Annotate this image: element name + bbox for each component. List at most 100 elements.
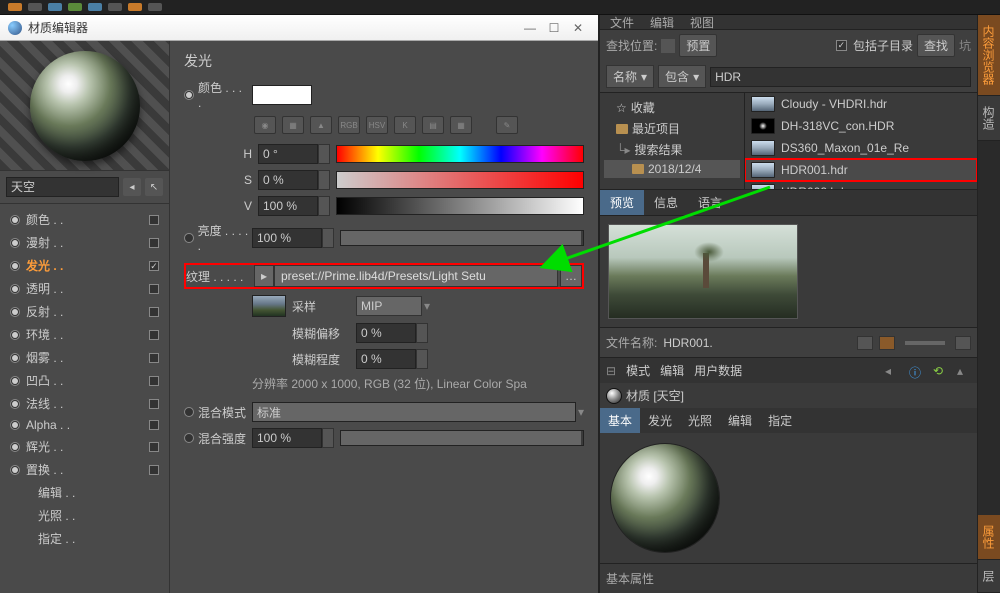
- hsv-mode-icon[interactable]: HSV: [366, 116, 388, 134]
- folder-tree[interactable]: ☆收藏 最近项目 └▸搜索结果 2018/12/4: [600, 93, 745, 189]
- checkbox[interactable]: [149, 238, 159, 248]
- name-dropdown[interactable]: 名称▾: [606, 65, 654, 88]
- texture-thumbnail[interactable]: [252, 295, 286, 317]
- checkbox[interactable]: [149, 376, 159, 386]
- brightness-enable-radio[interactable]: [184, 233, 194, 243]
- sat-slider[interactable]: [336, 171, 584, 189]
- color-enable-radio[interactable]: [184, 90, 194, 100]
- hue-slider[interactable]: [336, 145, 584, 163]
- channel-指定[interactable]: 指定 . .: [6, 527, 163, 550]
- tab-luminance[interactable]: 发光: [640, 408, 680, 433]
- vtab-properties[interactable]: 属性: [978, 515, 1000, 560]
- vtab-content-browser[interactable]: 内容浏览器: [978, 15, 1000, 96]
- file-list[interactable]: Cloudy - VHDRI.hdrDH-318VC_con.HDRDS360_…: [745, 93, 977, 189]
- subfolders-checkbox[interactable]: [836, 40, 847, 51]
- vtab-extra[interactable]: 层: [978, 560, 1000, 593]
- edit-menu[interactable]: 编辑: [646, 14, 678, 31]
- radio[interactable]: [10, 330, 20, 340]
- mix-mode-radio[interactable]: [184, 407, 194, 417]
- view-menu[interactable]: 视图: [686, 14, 718, 31]
- maximize-button[interactable]: ☐: [542, 21, 566, 35]
- tab-info[interactable]: 信息: [644, 190, 688, 215]
- radio[interactable]: [10, 307, 20, 317]
- channel-环境[interactable]: 环境 . .: [6, 323, 163, 346]
- blur-scale-input[interactable]: 0 %: [356, 349, 416, 369]
- file-item[interactable]: Cloudy - VHDRI.hdr: [745, 93, 977, 115]
- toolbar-icon[interactable]: [8, 3, 22, 11]
- zoom-slider[interactable]: [905, 341, 945, 345]
- channel-Alpha[interactable]: Alpha . .: [6, 415, 163, 435]
- channel-反射[interactable]: 反射 . .: [6, 300, 163, 323]
- close-button[interactable]: ✕: [566, 21, 590, 35]
- file-item[interactable]: HDR002.hdr: [745, 181, 977, 189]
- radio[interactable]: [10, 261, 20, 271]
- checkbox[interactable]: [149, 420, 159, 430]
- checkbox[interactable]: [149, 284, 159, 294]
- channel-颜色[interactable]: 颜色 . .: [6, 208, 163, 231]
- mode-menu[interactable]: 模式: [626, 362, 650, 379]
- file-item[interactable]: DS360_Maxon_01e_Re: [745, 137, 977, 159]
- mix-strength-input[interactable]: 100 %: [252, 428, 322, 448]
- minimize-button[interactable]: —: [518, 21, 542, 35]
- color-wheel-icon[interactable]: ◉: [254, 116, 276, 134]
- checkbox[interactable]: [149, 353, 159, 363]
- kelvin-icon[interactable]: K: [394, 116, 416, 134]
- toolbar-icon[interactable]: [68, 3, 82, 11]
- channel-光照[interactable]: 光照 . .: [6, 504, 163, 527]
- refresh-icon[interactable]: ⟲: [933, 364, 947, 378]
- help-icon[interactable]: ⓘ: [909, 364, 923, 378]
- radio[interactable]: [10, 399, 20, 409]
- channel-置换[interactable]: 置换 . .: [6, 458, 163, 481]
- mix-mode-dropdown[interactable]: 标准: [252, 402, 576, 422]
- eyedropper-icon[interactable]: ✎: [496, 116, 518, 134]
- tab-preview[interactable]: 预览: [600, 190, 644, 215]
- find-button[interactable]: 查找: [917, 34, 955, 57]
- toolbar-icon[interactable]: [148, 3, 162, 11]
- color-swatch[interactable]: [252, 85, 312, 105]
- spinner[interactable]: [318, 144, 330, 164]
- up-icon[interactable]: ▴: [957, 364, 971, 378]
- tab-basic[interactable]: 基本: [600, 408, 640, 433]
- tab-edit[interactable]: 编辑: [720, 408, 760, 433]
- tree-item-date[interactable]: 2018/12/4: [604, 160, 740, 178]
- preset-button[interactable]: 预置: [679, 34, 717, 57]
- spectrum-icon[interactable]: ▦: [282, 116, 304, 134]
- radio[interactable]: [10, 420, 20, 430]
- nav-prev-button[interactable]: ◂: [123, 178, 141, 196]
- channel-发光[interactable]: 发光 . .: [6, 254, 163, 277]
- spinner[interactable]: [318, 170, 330, 190]
- checkbox[interactable]: [149, 307, 159, 317]
- file-item[interactable]: HDR001.hdr: [745, 159, 977, 181]
- tab-assign[interactable]: 指定: [760, 408, 800, 433]
- tab-illumination[interactable]: 光照: [680, 408, 720, 433]
- file-item[interactable]: DH-318VC_con.HDR: [745, 115, 977, 137]
- checkbox[interactable]: [149, 442, 159, 452]
- rgb-mode-icon[interactable]: RGB: [338, 116, 360, 134]
- picture-icon[interactable]: ▲: [310, 116, 332, 134]
- blur-offset-input[interactable]: 0 %: [356, 323, 416, 343]
- edit-menu[interactable]: 编辑: [660, 362, 684, 379]
- spinner[interactable]: [322, 428, 334, 448]
- tree-item-favorites[interactable]: ☆收藏: [604, 97, 740, 118]
- val-input[interactable]: 100 %: [258, 196, 318, 216]
- toolbar-icon[interactable]: [48, 3, 62, 11]
- radio[interactable]: [10, 215, 20, 225]
- radio[interactable]: [10, 284, 20, 294]
- radio[interactable]: [10, 376, 20, 386]
- channel-透明[interactable]: 透明 . .: [6, 277, 163, 300]
- sample-dropdown[interactable]: MIP: [356, 296, 422, 316]
- brightness-slider[interactable]: [340, 230, 584, 246]
- contains-dropdown[interactable]: 包含▾: [658, 65, 706, 88]
- texture-path-field[interactable]: preset://Prime.lib4d/Presets/Light Setu: [274, 265, 558, 287]
- channel-辉光[interactable]: 辉光 . .: [6, 435, 163, 458]
- toolbar-icon[interactable]: [28, 3, 42, 11]
- material-preview[interactable]: [0, 41, 169, 171]
- tree-item-search-results[interactable]: └▸搜索结果: [604, 139, 740, 160]
- val-slider[interactable]: [336, 197, 584, 215]
- mix-strength-slider[interactable]: [340, 430, 584, 446]
- channel-凹凸[interactable]: 凹凸 . .: [6, 369, 163, 392]
- eyedropper-icon[interactable]: ↖: [145, 178, 163, 196]
- nav-back-icon[interactable]: ◂: [885, 364, 899, 378]
- browse-button[interactable]: …: [560, 265, 582, 287]
- channel-烟雾[interactable]: 烟雾 . .: [6, 346, 163, 369]
